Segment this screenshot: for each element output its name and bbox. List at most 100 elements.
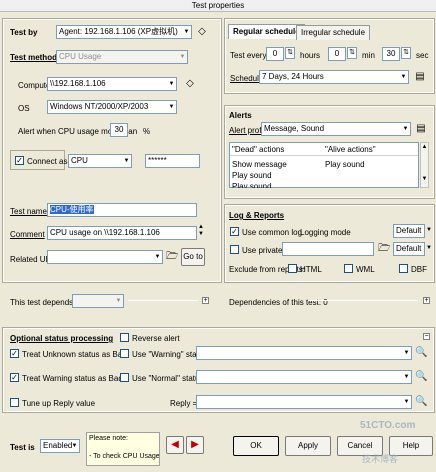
computer-input[interactable]: \\192.168.1.106 ▼ [47,77,177,91]
sec-spin-icon[interactable]: ⇅ [401,47,411,59]
test-method-value: CPU Usage [59,52,102,61]
dependencies-divider [308,300,418,301]
previous-test-button[interactable]: ◀ [166,436,184,454]
chevron-down-icon: ▼ [115,298,122,304]
comment-scroll-arrows[interactable]: ▲ ▼ [198,224,204,238]
use-normal-checkbox[interactable] [120,373,129,382]
related-url-input[interactable]: ▼ [47,250,163,264]
alert-profile-edit-icon[interactable]: ▤ [415,123,427,135]
magnifier-icon[interactable]: 🔍 [415,371,427,383]
magnifier-icon[interactable]: 🔍 [415,396,427,408]
warning-expression-input[interactable]: ▼ [196,346,412,360]
browse-computer-icon[interactable]: ◇ [184,78,196,90]
arrow-left-icon: ◀ [171,439,179,450]
tab-regular-schedule[interactable]: Regular schedule [228,24,305,39]
min-input[interactable]: 0 [328,47,346,61]
test-method-label: Test method [10,53,57,62]
exclude-dbf-label: DBF [411,265,427,274]
unknown-bad-checkbox[interactable]: ✓ [10,349,19,358]
private-log-path-input[interactable] [282,242,374,256]
os-value: Windows NT/2000/XP/2003 [50,102,149,111]
comment-input[interactable]: CPU usage on \\192.168.1.106 [47,226,197,240]
alert-profile-select[interactable]: Message, Sound ▼ [261,122,411,136]
alert-cpu-unit: % [143,127,151,136]
computer-value: \\192.168.1.106 [50,79,106,88]
depends-on-select[interactable]: ▼ [72,294,124,308]
list-item: Play sound [232,182,272,188]
tune-up-checkbox[interactable] [10,398,19,407]
collapse-optional-icon[interactable]: − [423,333,430,340]
log-title: Log & Reports [229,211,285,220]
reply-label: Reply = [170,399,198,408]
test-name-value: CPU-使用率 [50,205,94,214]
password-input[interactable]: ****** [145,154,200,168]
apply-button[interactable]: Apply [285,436,331,456]
chevron-down-icon: ▼ [403,399,410,405]
chevron-down-icon[interactable]: ▼ [426,227,432,233]
reverse-alert-checkbox[interactable] [120,333,129,342]
agent-properties-icon[interactable]: ◇ [196,26,208,38]
schedule-value: 7 Days, 24 Hours [262,72,324,81]
watermark-site: 51CTO.com [360,420,416,431]
test-method-select[interactable]: CPU Usage ▼ [56,50,188,64]
chevron-down-icon: ▼ [403,374,410,380]
test-is-select[interactable]: Enabled ▼ [40,439,80,453]
test-name-input[interactable]: CPU-使用率 [47,203,197,217]
test-by-value: Agent: 192.168.1.106 (XP虚拟机) [59,27,178,36]
alert-profile-value: Message, Sound [264,124,325,133]
connect-as-user: CPU [71,156,88,165]
test-every-label: Test every [230,51,267,60]
schedule-select[interactable]: 7 Days, 24 Hours ▼ [259,70,409,84]
connect-as-checkbox[interactable]: ✓ [15,156,24,165]
min-value: 0 [334,49,340,58]
folder-open-icon[interactable]: 🗁 [378,243,390,255]
alerts-scrollbar[interactable]: ▲ ▼ [420,142,429,188]
test-name-label: Test name [10,207,47,216]
next-test-button[interactable]: ▶ [186,436,204,454]
alert-cpu-input[interactable]: 30 [110,123,128,137]
private-log-mode-select[interactable]: Default [393,242,425,256]
note-line-1: Please note: [89,435,128,442]
use-common-log-checkbox[interactable]: ✓ [230,227,239,236]
chevron-down-icon: ▼ [168,104,175,110]
warning-bad-checkbox[interactable]: ✓ [10,373,19,382]
schedule-edit-icon[interactable]: ▤ [414,71,426,83]
common-log-mode: Default [396,226,422,235]
exclude-html-label: HTML [300,265,322,274]
normal-expression-input[interactable]: ▼ [196,370,412,384]
goto-button[interactable]: Go to [181,248,205,266]
folder-open-icon[interactable]: 🗁 [166,251,178,263]
ok-button[interactable]: OK [233,436,279,456]
list-item: Show message [232,160,287,169]
hours-spin-icon[interactable]: ⇅ [285,47,295,59]
depends-divider [128,300,198,301]
expand-depends-icon[interactable]: + [202,297,209,304]
use-private-log-checkbox[interactable] [230,245,239,254]
list-item: Play sound [232,171,272,180]
sec-input[interactable]: 30 [382,47,400,61]
reply-expression-input[interactable]: ▼ [196,395,412,409]
use-warning-checkbox[interactable] [120,349,129,358]
chevron-down-icon: ▼ [168,81,175,87]
use-common-log-label: Use common log [242,228,303,237]
expand-dependencies-icon[interactable]: + [423,297,430,304]
arrow-right-icon: ▶ [191,439,199,450]
tune-up-label: Tune up Reply value [22,399,96,408]
unknown-bad-label: Treat Unknown status as Bad [22,350,127,359]
magnifier-icon[interactable]: 🔍 [415,347,427,359]
hours-value: 0 [272,49,278,58]
optional-title: Optional status processing [10,334,114,343]
exclude-html-checkbox[interactable] [288,264,297,273]
min-spin-icon[interactable]: ⇅ [347,47,357,59]
tab-irregular-schedule[interactable]: Irregular schedule [296,25,371,40]
common-log-mode-select[interactable]: Default [393,224,425,238]
connect-as-user-select[interactable]: CPU ▼ [68,154,132,168]
hours-input[interactable]: 0 [266,47,284,61]
exclude-wml-checkbox[interactable] [344,264,353,273]
test-is-value: Enabled [43,441,73,450]
test-by-select[interactable]: Agent: 192.168.1.106 (XP虚拟机) ▼ [56,25,192,39]
chevron-down-icon: ▼ [179,54,186,60]
exclude-dbf-checkbox[interactable] [399,264,408,273]
chevron-down-icon[interactable]: ▼ [426,245,432,251]
os-select[interactable]: Windows NT/2000/XP/2003 ▼ [47,100,177,114]
